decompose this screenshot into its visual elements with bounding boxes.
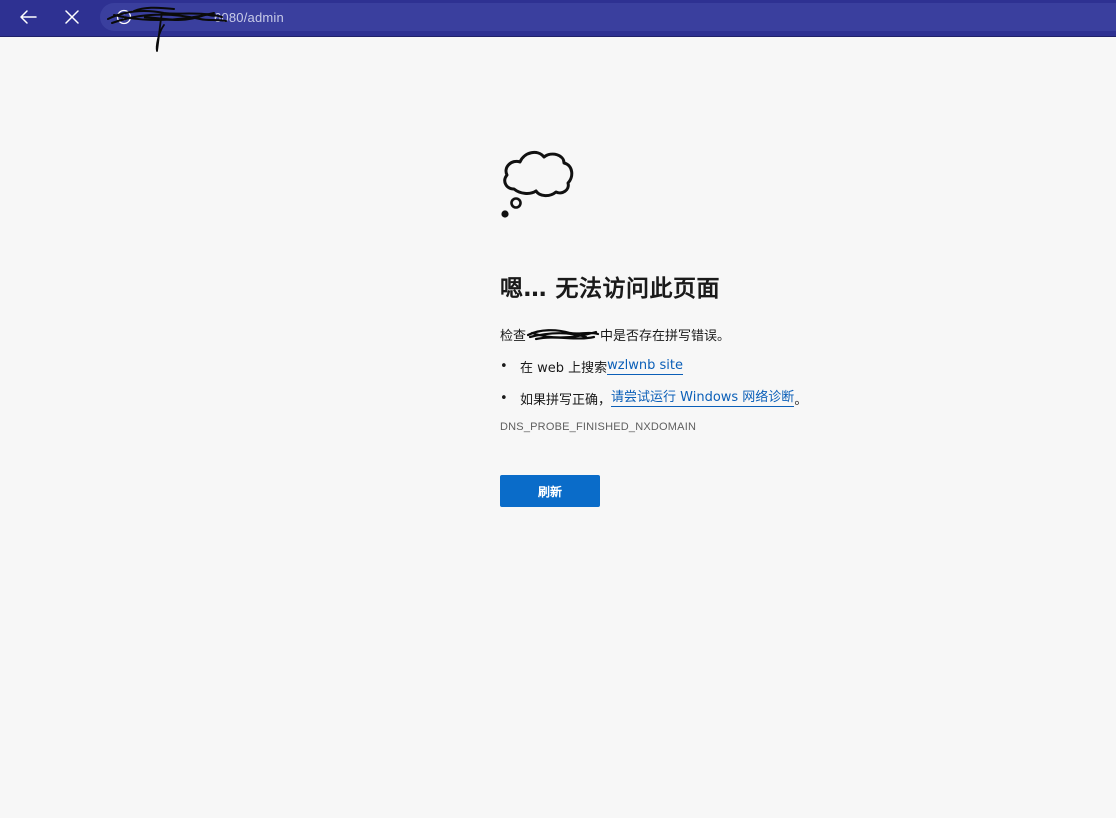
- close-icon: [65, 10, 79, 24]
- check-suffix: 中是否存在拼写错误。: [600, 328, 731, 344]
- search-prefix: 在 web 上搜索: [520, 360, 608, 376]
- spell-prefix: 如果拼写正确，: [520, 392, 612, 408]
- error-content: 嗯… 无法访问此页面 检查 中是否存在拼写错误。 • 在 web 上搜索 wzl…: [500, 145, 920, 507]
- suggestion-list: • 在 web 上搜索 wzlwnb site • 如果拼写正确， 请尝试运行 …: [500, 357, 920, 408]
- page-title: 嗯… 无法访问此页面: [500, 276, 721, 302]
- redacted-domain: [526, 327, 600, 341]
- bullet: •: [500, 390, 508, 406]
- diagnose-suffix: 。: [794, 392, 808, 408]
- list-item: • 在 web 上搜索 wzlwnb site: [500, 357, 920, 376]
- spelling-check-text: 检查 中是否存在拼写错误。: [500, 325, 920, 344]
- network-diagnostics-link[interactable]: 请尝试运行 Windows 网络诊断: [611, 390, 795, 407]
- check-prefix: 检查: [500, 328, 527, 344]
- back-button[interactable]: [12, 2, 44, 32]
- stop-loading-button[interactable]: [56, 2, 88, 32]
- address-bar[interactable]: 6080/admin: [100, 3, 1116, 31]
- thought-cloud-icon: [501, 150, 574, 218]
- error-code: DNS_PROBE_FINISHED_NXDOMAIN: [500, 421, 697, 433]
- redaction-scribble: [107, 6, 227, 52]
- refresh-button[interactable]: 刷新: [500, 475, 600, 507]
- bullet: •: [500, 358, 508, 374]
- back-arrow-icon: [20, 10, 37, 24]
- search-web-link[interactable]: wzlwnb site: [607, 358, 683, 375]
- list-item: • 如果拼写正确， 请尝试运行 Windows 网络诊断 。: [500, 389, 920, 408]
- browser-toolbar: 6080/admin: [0, 0, 1116, 52]
